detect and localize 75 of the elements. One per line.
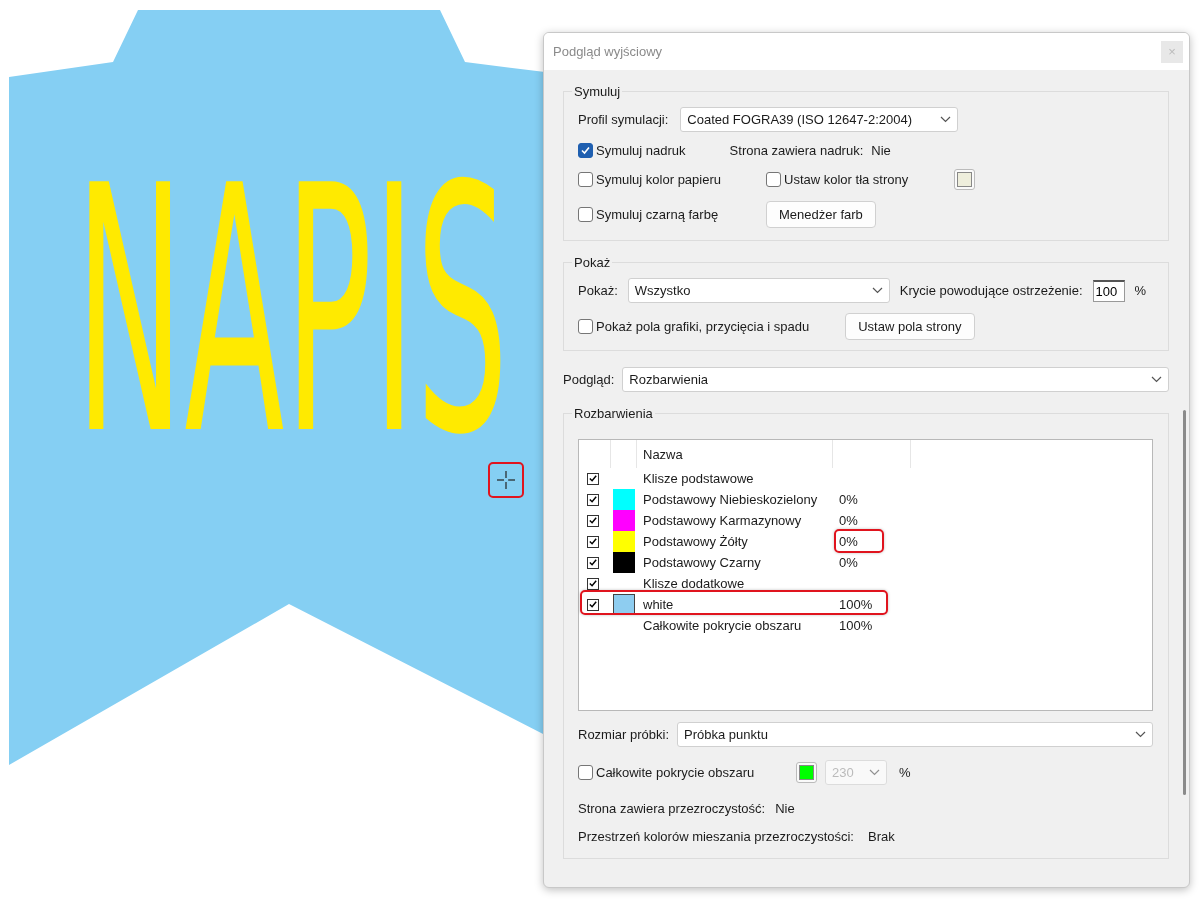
checkbox[interactable] xyxy=(578,143,593,158)
info-label: Przestrzeń kolorów mieszania przezroczystości: xyxy=(578,829,854,844)
checkbox[interactable] xyxy=(587,535,599,548)
coverage-value: 100% xyxy=(838,618,873,633)
group-title: Symuluj xyxy=(573,84,622,99)
checkbox[interactable] xyxy=(578,207,593,222)
banner-heading: NAPIS xyxy=(75,175,509,447)
separation-name: Podstawowy Żółty xyxy=(642,534,749,549)
color-swatch-button[interactable] xyxy=(796,762,817,783)
separation-name: Klisze podstawowe xyxy=(642,471,755,486)
unit-label: % xyxy=(899,765,911,780)
chevron-down-icon xyxy=(940,116,952,123)
coverage-value: 0% xyxy=(838,555,858,570)
checkbox-label: Całkowite pokrycie obszaru xyxy=(596,765,755,780)
checkmark-icon xyxy=(588,578,598,589)
checkbox[interactable] xyxy=(587,598,599,611)
info-label: Strona zawiera przezroczystość: xyxy=(578,801,766,816)
checkmark-icon xyxy=(588,536,598,547)
sample-size-dropdown[interactable]: Próbka punktu xyxy=(677,722,1153,747)
separation-name: Podstawowy Karmazynowy xyxy=(642,513,803,528)
separation-name: Całkowite pokrycie obszaru xyxy=(642,618,803,633)
page-boxes-button[interactable]: Ustaw pola strony xyxy=(845,313,975,340)
scrollbar-thumb[interactable] xyxy=(1183,410,1186,795)
field-label: Podgląd: xyxy=(563,372,615,387)
info-value: Nie xyxy=(775,801,795,816)
checkmark-icon xyxy=(588,494,598,505)
checkbox[interactable] xyxy=(587,493,599,506)
coverage-value: 100% xyxy=(838,597,873,612)
separation-name: Klisze dodatkowe xyxy=(642,576,746,591)
chevron-down-icon xyxy=(869,769,880,776)
checkmark-icon xyxy=(588,473,598,484)
group-title: Pokaż xyxy=(573,255,612,270)
checkbox[interactable] xyxy=(578,319,593,334)
checkbox[interactable] xyxy=(766,172,781,187)
ink-manager-button[interactable]: Menedżer farb xyxy=(766,201,876,228)
checkbox[interactable] xyxy=(587,514,599,527)
checkbox[interactable] xyxy=(587,472,599,485)
field-label: Profil symulacji: xyxy=(578,112,669,127)
checkbox[interactable] xyxy=(587,556,599,569)
coverage-value: 0% xyxy=(838,534,858,549)
checkbox-label: Pokaż pola grafiki, przycięcia i spadu xyxy=(596,319,810,334)
info-label: Strona zawiera nadruk: xyxy=(729,143,864,158)
separation-name: Podstawowy Niebieskozielony xyxy=(642,492,819,507)
unit-label: % xyxy=(1134,283,1147,298)
chevron-down-icon xyxy=(871,287,883,294)
column-header[interactable]: Nazwa xyxy=(637,440,833,468)
checkbox-label: Symuluj kolor papieru xyxy=(596,172,721,187)
group-title: Rozbarwienia xyxy=(573,406,654,421)
separation-name: Podstawowy Czarny xyxy=(642,555,762,570)
color-swatch-button[interactable] xyxy=(954,169,975,190)
coverage-value: 0% xyxy=(838,492,858,507)
field-label: Krycie powodujące ostrzeżenie: xyxy=(899,283,1083,298)
checkbox[interactable] xyxy=(578,172,593,187)
show-dropdown[interactable]: Wszystko xyxy=(627,278,890,303)
checkmark-icon xyxy=(580,145,591,156)
crosshair-icon xyxy=(496,470,516,490)
warning-field[interactable]: 100 xyxy=(1092,279,1125,302)
profile-dropdown[interactable]: Coated FOGRA39 (ISO 12647-2:2004) xyxy=(680,107,959,132)
field-label: Rozmiar próbki: xyxy=(578,727,670,742)
coverage-value: 0% xyxy=(838,513,858,528)
info-value: Brak xyxy=(868,829,895,844)
checkmark-icon xyxy=(588,515,598,526)
chevron-down-icon xyxy=(1151,376,1162,383)
chevron-down-icon xyxy=(1135,731,1146,738)
preview-dropdown[interactable]: Rozbarwienia xyxy=(622,367,1169,392)
field-label: Pokaż: xyxy=(578,283,618,298)
checkbox-label: Ustaw kolor tła strony xyxy=(784,172,909,187)
checkmark-icon xyxy=(588,599,598,610)
separation-name: white xyxy=(642,597,675,612)
checkmark-icon xyxy=(588,557,598,568)
checkbox-label: Symuluj czarną farbę xyxy=(596,207,719,222)
info-value: Nie xyxy=(871,143,891,158)
checkbox-label: Symuluj nadruk xyxy=(596,143,686,158)
dialog-title: Podgląd wyjściowy xyxy=(553,44,663,59)
checkbox[interactable] xyxy=(587,577,599,590)
